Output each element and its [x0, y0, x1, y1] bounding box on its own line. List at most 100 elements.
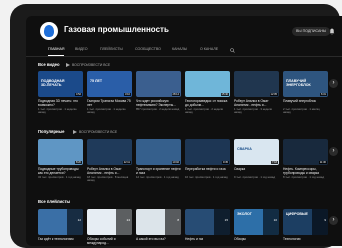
video-meta: 8 тыс. просмотров · 1 год назад	[283, 176, 325, 179]
video-duration: 7:18	[270, 160, 278, 164]
video-thumbnail[interactable]: 22:11	[87, 139, 132, 165]
thumbnail-caption: СВАРКА	[237, 147, 252, 151]
video-thumbnail[interactable]: 8:20	[38, 139, 83, 165]
video-thumbnail[interactable]: 9:45	[185, 139, 230, 165]
video-duration: 3:10	[123, 92, 131, 96]
play-all-videos-link[interactable]: ВОСПРОИЗВЕСТИ ВСЕ	[72, 63, 110, 67]
video-duration: 12:05	[269, 92, 278, 96]
video-thumbnail[interactable]: 15:40	[185, 71, 230, 97]
video-title[interactable]: Что ждет российскую нефтехимию? Эксперты…	[136, 99, 181, 107]
playlist-video-count: 9	[324, 218, 326, 222]
video-thumbnail[interactable]: ПЛАВУЧИЙ ЭНЕРГОБЛОК 6:31	[283, 71, 328, 97]
play-all-popular-link[interactable]: ВОСПРОИЗВЕСТИ ВСЕ	[79, 130, 117, 134]
video-meta: 12 тыс. просмотров · 1 год назад	[136, 176, 179, 179]
row1-next-arrow-icon[interactable]: ›	[329, 79, 338, 88]
video-duration: 4:52	[74, 92, 82, 96]
video-thumbnail[interactable]: 10:02	[136, 139, 181, 165]
video-duration: 28:14	[171, 92, 180, 96]
search-icon[interactable]	[230, 48, 235, 53]
bell-icon[interactable]	[329, 28, 335, 35]
video-title[interactable]: Переработка нефти и газа	[185, 167, 230, 171]
playlist-video-count: 24	[126, 218, 130, 222]
tab-videos[interactable]: ВИДЕО	[75, 47, 88, 51]
video-meta: 1 тыс. просмотров · 1 неделю назад	[38, 108, 77, 115]
playlist-title[interactable]: Газ идёт к технологиям	[38, 237, 83, 241]
playlist-count-overlay: 24	[116, 209, 132, 235]
section-title-all-videos: Все видео	[38, 62, 60, 67]
playlist-video-count: 8	[177, 218, 179, 222]
playlist-thumbnail[interactable]: 24	[87, 209, 132, 235]
playlist-video-count: 15	[224, 218, 228, 222]
video-duration: 9:45	[221, 160, 229, 164]
playlist-title[interactable]: Технологии	[283, 237, 328, 241]
row3-next-arrow-icon[interactable]: ›	[329, 216, 338, 225]
thumbnail-caption: ЦИФРОВЫЕ	[286, 212, 308, 216]
video-title[interactable]: Подводная 3D печать: это возможно?	[38, 99, 83, 107]
video-meta: 34 тыс. просмотров · 1 год назад	[38, 176, 81, 179]
playlist-count-overlay: 12	[67, 209, 83, 235]
video-duration: 11:30	[318, 160, 327, 164]
playlist-video-count: 10	[273, 218, 277, 222]
channel-header: Газовая промышленность ВЫ ПОДПИСАНЫ	[26, 16, 342, 46]
subscribed-button[interactable]: ВЫ ПОДПИСАНЫ	[292, 27, 331, 36]
video-title[interactable]: Сварка	[234, 167, 279, 171]
video-title[interactable]: Подводные трубопроводы: как это делается…	[38, 167, 83, 175]
playlist-count-overlay: 9	[312, 209, 328, 235]
tab-playlists[interactable]: ПЛЕЙЛИСТЫ	[100, 47, 123, 51]
section-title-all-playlists: Все плейлисты	[38, 199, 71, 204]
video-title[interactable]: Геологоразведка: от поиска до добычи...	[185, 99, 230, 107]
video-thumbnail[interactable]: 12:05	[234, 71, 279, 97]
playlist-thumbnail[interactable]: 15	[185, 209, 230, 235]
tablet-frame: Газовая промышленность ВЫ ПОДПИСАНЫ ГЛАВ…	[10, 4, 342, 248]
video-duration: 15:40	[220, 92, 229, 96]
video-meta: 1 тыс. просмотров · 3 недели назад	[234, 108, 273, 115]
video-thumbnail[interactable]: 75 ЛЕТ 3:10	[87, 71, 132, 97]
video-title[interactable]: Роберт Анализ в Омат Аналитик - нефть и.…	[87, 167, 132, 175]
playlist-title[interactable]: Нефть и газ	[185, 237, 230, 241]
playlist-thumbnail[interactable]: ЭКОЛОГ 10	[234, 209, 279, 235]
popular-row: 8:20 Подводные трубопроводы: как это дела…	[38, 139, 342, 187]
video-meta: 857 просмотров · 2 недели назад	[136, 108, 180, 111]
video-thumbnail[interactable]: 28:14	[136, 71, 181, 97]
video-title[interactable]: Плавучий энергоблок	[283, 99, 328, 103]
tab-channels[interactable]: КАНАЛЫ	[172, 47, 187, 51]
youtube-channel-page: Газовая промышленность ВЫ ПОДПИСАНЫ ГЛАВ…	[26, 16, 342, 246]
playlist-count-overlay: 15	[214, 209, 230, 235]
thumbnail-caption: ЭКОЛОГ	[237, 212, 252, 216]
tabs-divider	[26, 56, 342, 57]
playlists-row: 12 Газ идёт к технологиям 24 Обзоры событий…	[38, 209, 342, 246]
video-meta: 18 тыс. просмотров · 8 месяцев назад	[87, 176, 129, 183]
video-title[interactable]: Транспорт и хранение нефти и газа	[136, 167, 181, 175]
video-thumbnail[interactable]: СВАРКА 7:18	[234, 139, 279, 165]
playlist-title[interactable]: А какой это вы газ?	[136, 237, 181, 241]
tab-home[interactable]: ГЛАВНАЯ	[48, 47, 64, 51]
channel-avatar[interactable]	[40, 22, 58, 40]
video-meta: 10 тыс. просмотров · 1 год назад	[185, 176, 228, 179]
video-meta: 2 тыс. просмотров · 1 месяц назад	[283, 108, 320, 115]
playlist-count-overlay: 10	[263, 209, 279, 235]
channel-tabs: ГЛАВНАЯ ВИДЕО ПЛЕЙЛИСТЫ СООБЩЕСТВО КАНАЛ…	[48, 47, 342, 56]
video-duration: 6:31	[319, 92, 327, 96]
playlist-count-overlay: 8	[165, 209, 181, 235]
video-thumbnail[interactable]: ПОДВОДНАЯ 3D-ПЕЧАТЬ 4:52	[38, 71, 83, 97]
playlist-title[interactable]: Обзоры событий и международ...	[87, 237, 132, 245]
video-meta: 1 тыс. просмотров · 1 неделю назад	[87, 108, 126, 115]
tab-about[interactable]: О КАНАЛЕ	[200, 47, 218, 51]
thumbnail-caption: ПОДВОДНАЯ 3D-ПЕЧАТЬ	[41, 79, 65, 87]
playlist-title[interactable]: Обзоры	[234, 237, 279, 241]
playlist-thumbnail[interactable]: ЦИФРОВЫЕ 9	[283, 209, 328, 235]
thumbnail-caption: 75 ЛЕТ	[90, 79, 103, 83]
tab-community[interactable]: СООБЩЕСТВО	[135, 47, 161, 51]
playlist-video-count: 12	[77, 218, 81, 222]
playlist-thumbnail[interactable]: 12	[38, 209, 83, 235]
playlist-thumbnail[interactable]: 8	[136, 209, 181, 235]
video-thumbnail[interactable]: 11:30	[283, 139, 328, 165]
video-meta: 9 тыс. просмотров · 1 год назад	[234, 176, 276, 179]
row2-next-arrow-icon[interactable]: ›	[329, 147, 338, 156]
video-title[interactable]: Газпром Трансгаз Москва 75 лет	[87, 99, 132, 107]
video-title[interactable]: Нефть. Компрессоры, трубопроводы и сварк…	[283, 167, 328, 175]
thumbnail-caption: ПЛАВУЧИЙ ЭНЕРГОБЛОК	[286, 79, 311, 87]
section-title-popular: Популярные	[38, 129, 65, 134]
video-meta: 1 тыс. просмотров · 2 недели назад	[185, 108, 224, 115]
video-title[interactable]: Роберт Анализ в Омат Аналитик - нефть и.…	[234, 99, 279, 107]
